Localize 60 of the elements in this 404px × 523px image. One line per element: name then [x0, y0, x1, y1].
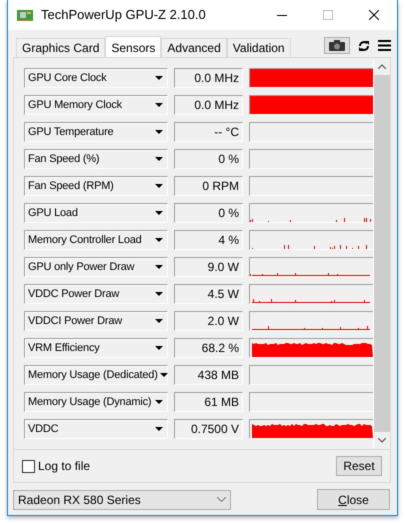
reset-button[interactable]: Reset: [336, 456, 382, 476]
caret-icon: [155, 238, 163, 242]
sensor-dropdown[interactable]: GPU only Power Draw: [24, 257, 168, 277]
sensor-value: 0.0 MHz: [174, 95, 243, 115]
sensor-dropdown[interactable]: GPU Temperature: [24, 122, 168, 142]
sensor-value: 2.0 W: [174, 311, 243, 331]
close-icon[interactable]: [369, 10, 379, 20]
caret-icon: [155, 130, 163, 134]
caret-icon: [155, 292, 163, 296]
caret-icon: [155, 184, 163, 188]
sensor-value: -- °C: [174, 122, 243, 142]
minimize-icon[interactable]: [277, 14, 287, 16]
sensor-value: 0 RPM: [174, 176, 243, 196]
sensor-value: 4 %: [174, 230, 243, 250]
checkbox-label: Log to file: [38, 458, 90, 475]
sensor-value: 4.5 W: [174, 284, 243, 304]
sensor-dropdown[interactable]: VDDC: [24, 419, 168, 439]
scrollbar-thumb[interactable]: [374, 75, 390, 432]
sensor-dropdown[interactable]: Fan Speed (RPM): [24, 176, 168, 196]
sensor-dropdown[interactable]: VDDC Power Draw: [24, 284, 168, 304]
sensor-dropdown[interactable]: VDDCI Power Draw: [24, 311, 168, 331]
device-dropdown[interactable]: Radeon RX 580 Series: [13, 490, 231, 510]
caret-icon: [155, 103, 163, 107]
sensor-value: 0 %: [174, 149, 243, 169]
app-icon: [17, 9, 33, 21]
caret-icon: [155, 157, 163, 161]
menu-icon[interactable]: [378, 40, 391, 51]
sensor-dropdown[interactable]: VRM Efficiency: [24, 338, 168, 358]
sensor-dropdown[interactable]: Memory Usage (Dedicated): [24, 365, 168, 385]
caret-icon: [155, 346, 163, 350]
sensor-dropdown[interactable]: GPU Memory Clock: [24, 95, 168, 115]
chevron-icon: [217, 497, 226, 502]
window-title: TechPowerUp GPU-Z 2.10.0: [41, 6, 206, 24]
sensor-dropdown[interactable]: Memory Usage (Dynamic): [24, 392, 168, 412]
tab[interactable]: Advanced: [161, 38, 227, 57]
tab[interactable]: Sensors: [105, 36, 162, 58]
sensor-value: 0 %: [174, 203, 243, 223]
sensor-dropdown[interactable]: Memory Controller Load: [24, 230, 168, 250]
sensor-value: 0.7500 V: [174, 419, 243, 439]
caret-icon: [160, 373, 168, 377]
sensor-dropdown[interactable]: GPU Load: [24, 203, 168, 223]
caret-icon: [155, 265, 163, 269]
caret-icon: [155, 427, 163, 431]
tab[interactable]: Graphics Card: [16, 38, 106, 57]
close-button[interactable]: Close: [317, 489, 390, 510]
sensor-dropdown[interactable]: GPU Core Clock: [24, 68, 168, 88]
sensor-value: 61 MB: [174, 392, 243, 412]
sensor-value: 68.2 %: [174, 338, 243, 358]
caret-icon: [155, 319, 163, 323]
sensor-value: 438 MB: [174, 365, 243, 385]
refresh-icon[interactable]: [358, 40, 370, 52]
camera-button[interactable]: [324, 37, 350, 54]
log-checkbox[interactable]: [22, 460, 35, 472]
tab[interactable]: Validation: [226, 38, 291, 57]
sensor-value: 0.0 MHz: [174, 68, 243, 88]
caret-icon: [155, 76, 163, 80]
sensor-value: 9.0 W: [174, 257, 243, 277]
caret-icon: [155, 400, 163, 404]
sensor-dropdown[interactable]: Fan Speed (%): [24, 149, 168, 169]
caret-icon: [155, 211, 163, 215]
